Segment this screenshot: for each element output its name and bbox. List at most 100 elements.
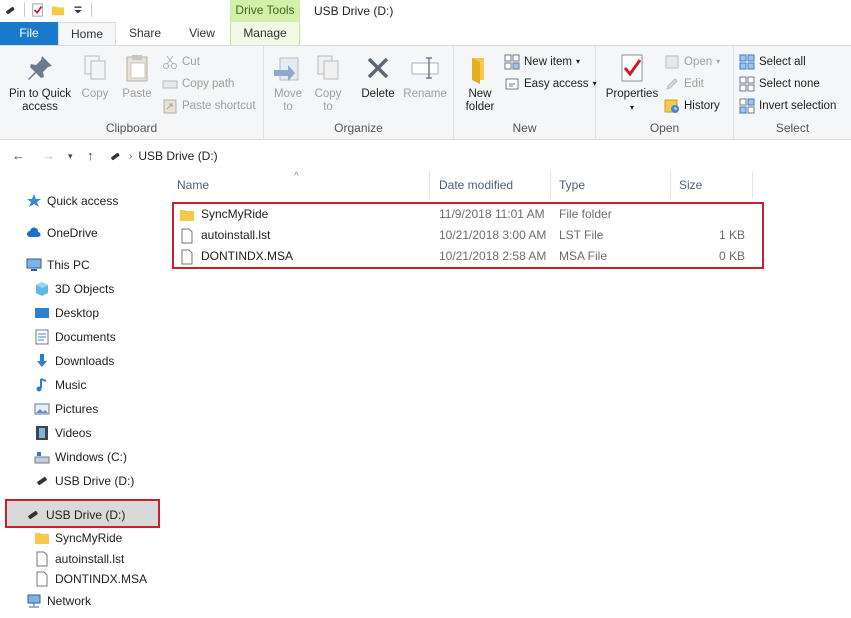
copy-button[interactable]: Copy [78,50,112,101]
properties-button[interactable]: Properties ▾ [602,50,662,114]
tab-view[interactable]: View [174,22,230,45]
column-header-size[interactable]: Size [671,171,753,199]
select-all-button[interactable]: Select all [739,52,806,72]
column-header-type[interactable]: Type [551,171,671,199]
new-group: New folder New item ▾ Easy access ▾ New [454,46,597,139]
easy-access-button[interactable]: Easy access ▾ [504,74,597,94]
new-item-icon [504,54,520,70]
select-all-label: Select all [759,56,806,68]
nav-windows-c[interactable]: Windows (C:) [34,447,127,467]
delete-x-icon [367,57,389,79]
table-row[interactable]: DONTINDX.MSA 10/21/2018 2:58 AM MSA File… [173,246,763,267]
new-item-button[interactable]: New item ▾ [504,52,580,72]
new-folder-button[interactable]: New folder [460,50,500,114]
window-title: USB Drive (D:) [314,4,394,18]
cut-button[interactable]: Cut [162,52,200,72]
nav-downloads[interactable]: Downloads [34,351,114,371]
back-arrow-icon[interactable]: ← [12,148,25,163]
new-folder-icon [472,58,484,84]
nav-onedrive[interactable]: OneDrive [26,223,98,243]
pin-to-quick-access-button[interactable]: Pin to Quick access [4,50,76,114]
quick-access-toolbar [4,3,92,17]
copy-to-button[interactable]: Copy to [310,50,346,114]
nav-child-dontindx[interactable]: DONTINDX.MSA [34,569,147,589]
open-button[interactable]: Open ▾ [664,52,720,72]
paste-shortcut-button[interactable]: Paste shortcut [162,96,256,116]
edit-icon [666,78,678,90]
paste-button[interactable]: Paste [118,50,156,101]
nav-child-autoinstall[interactable]: autoinstall.lst [34,549,124,569]
nav-child-syncmyride[interactable]: SyncMyRide [34,528,122,548]
breadcrumb-usb-drive[interactable]: USB Drive (D:) [138,149,217,163]
nav-label: OneDrive [47,226,98,240]
select-group-label: Select [775,121,810,135]
recent-locations-chevron-icon[interactable]: ▾ [68,151,73,162]
nav-label: Videos [55,426,92,440]
file-icon [181,228,193,243]
documents-icon [35,329,49,345]
table-row[interactable]: SyncMyRide 11/9/2018 11:01 AM File folde… [173,204,763,225]
nav-usb-drive-d-expanded[interactable]: USB Drive (D:) [25,505,125,525]
properties-icon[interactable] [31,3,45,17]
table-row[interactable]: autoinstall.lst 10/21/2018 3:00 AM LST F… [173,225,763,246]
file-icon [36,551,48,567]
desktop-icon [35,308,49,318]
nav-label: Desktop [55,306,100,320]
select-group: Select all Select none Invert selection … [734,46,851,139]
nav-music[interactable]: Music [34,375,86,395]
tab-manage[interactable]: Manage [230,22,300,45]
forward-arrow-icon[interactable]: → [42,148,55,163]
breadcrumb-separator-icon[interactable]: › [129,151,132,162]
nav-usb-drive-d-selected[interactable]: USB Drive (D:) [5,499,160,528]
history-icon [664,99,679,113]
file-name: DONTINDX.MSA [201,249,294,263]
copy-to-line1: Copy [314,88,342,100]
customize-toolbar-icon[interactable] [71,3,85,17]
navigation-pane: Quick access OneDrive This PC 3D Objects… [0,171,163,618]
usb-drive-icon [111,152,120,161]
copy-path-icon [162,80,178,89]
tab-home[interactable]: Home [58,22,116,45]
up-arrow-icon[interactable]: ↑ [87,148,94,163]
history-label: History [684,100,720,112]
pin-icon [28,56,52,80]
ribbon: Pin to Quick access Copy Paste Cut Copy … [0,45,851,140]
nav-pictures[interactable]: Pictures [34,399,98,419]
easy-access-icon [505,78,519,90]
invert-selection-icon [739,98,755,114]
nav-usb-drive-d[interactable]: USB Drive (D:) [34,471,134,491]
toolbar-divider [24,3,25,17]
hard-drive-icon [34,452,50,464]
file-list-pane: Name ^ Date modified Type Size SyncMyRid… [163,171,851,618]
move-to-button[interactable]: Move to [270,50,306,114]
tab-file[interactable]: File [0,22,58,45]
nav-label: USB Drive (D:) [46,508,126,522]
nav-videos[interactable]: Videos [34,423,91,443]
tab-share[interactable]: Share [116,22,174,45]
move-to-line2: to [283,101,293,113]
nav-desktop[interactable]: Desktop [34,303,99,323]
clipboard-group-label: Clipboard [105,121,158,135]
nav-documents[interactable]: Documents [34,327,116,347]
nav-quick-access[interactable]: Quick access [26,191,118,211]
rename-button[interactable]: Rename [402,50,448,101]
delete-button[interactable]: Delete [358,50,398,101]
column-header-name[interactable]: Name [169,171,430,199]
select-none-button[interactable]: Select none [739,74,820,94]
nav-network[interactable]: Network [26,591,91,611]
nav-label: Windows (C:) [55,450,128,464]
edit-button[interactable]: Edit [664,74,704,94]
ribbon-tabs: File Home Share View Manage [0,22,851,45]
column-header-date-modified[interactable]: Date modified [431,171,551,199]
address-field[interactable]: › USB Drive (D:) [104,145,849,167]
open-icon [665,55,679,69]
nav-this-pc[interactable]: This PC [26,255,90,275]
history-button[interactable]: History [664,96,720,116]
copy-path-button[interactable]: Copy path [162,74,234,94]
new-folder-icon[interactable] [51,3,65,17]
music-note-icon [36,378,47,392]
sort-ascending-icon: ^ [294,171,299,182]
nav-3d-objects[interactable]: 3D Objects [34,279,114,299]
dropdown-arrow-icon: ▾ [575,57,580,66]
invert-selection-button[interactable]: Invert selection [739,96,836,116]
